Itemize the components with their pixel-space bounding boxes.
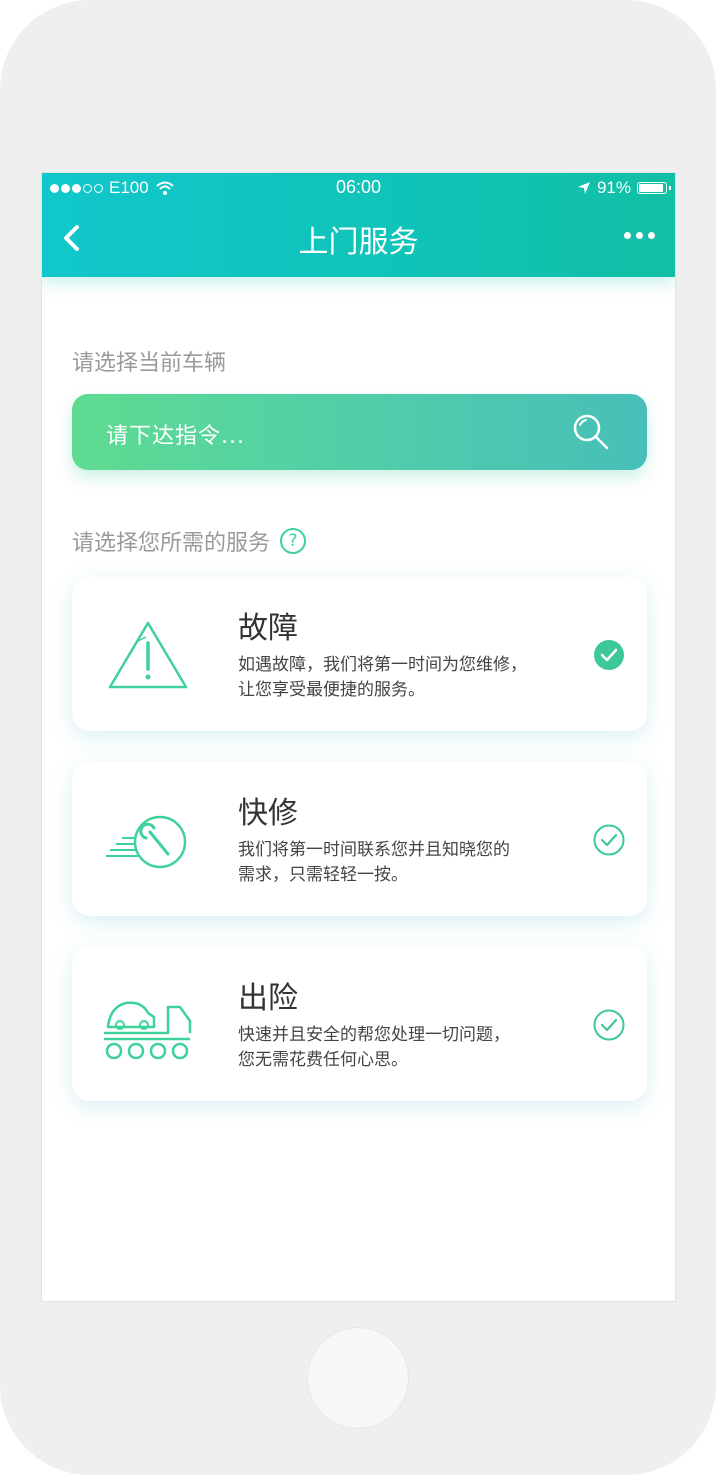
card-desc-line: 让您享受最便捷的服务。 [238,680,425,700]
card-title: 故障 [238,611,298,646]
check-outline-icon[interactable] [593,1009,625,1041]
card-desc-line: 您无需花费任何心思。 [238,1050,408,1070]
card-title: 出险 [238,981,298,1016]
command-search-bar[interactable]: 请下达指令... [72,394,647,470]
card-desc-line: 如遇故障，我们将第一时间为您维修， [238,655,527,675]
home-button[interactable] [307,1327,409,1429]
check-outline-icon[interactable] [593,824,625,856]
battery-percent: 91% [596,178,631,197]
card-desc-line: 我们将第一时间联系您并且知晓您的 [238,840,510,860]
card-description: 我们将第一时间联系您并且知晓您的 需求，只需轻轻一按。 [238,838,568,888]
search-icon[interactable] [571,412,611,452]
tow-truck-icon [104,1001,192,1060]
wrench-icon [106,815,187,869]
status-bar: E100 06:00 91% [42,173,675,203]
service-section-label: 请选择您所需的服务 ? [72,525,307,557]
status-right: 91% [577,178,671,198]
card-description: 如遇故障，我们将第一时间为您维修， 让您享受最便捷的服务。 [238,653,568,703]
warning-triangle-icon [108,621,188,689]
location-arrow-icon [577,182,590,194]
check-filled-icon[interactable] [593,639,625,671]
battery-icon [637,182,671,194]
service-card-insurance-claim[interactable]: 出险 快速并且安全的帮您处理一切问题， 您无需花费任何心思。 [72,947,647,1101]
more-options-icon[interactable] [624,232,655,239]
help-icon[interactable]: ? [280,528,307,554]
search-placeholder: 请下达指令... [106,424,245,449]
card-desc-line: 需求，只需轻轻一按。 [238,865,408,885]
vehicle-section-label: 请选择当前车辆 [72,351,227,376]
card-desc-line: 快速并且安全的帮您处理一切问题， [238,1025,510,1045]
app-screen: E100 06:00 91% 上门服务 请选择当前车辆 请下达指令... 请选择… [41,172,676,1302]
service-card-quick-repair[interactable]: 快修 我们将第一时间联系您并且知晓您的 需求，只需轻轻一按。 [72,762,647,916]
card-title: 快修 [238,796,298,831]
service-card-breakdown[interactable]: 故障 如遇故障，我们将第一时间为您维修， 让您享受最便捷的服务。 [72,577,647,731]
card-description: 快速并且安全的帮您处理一切问题， 您无需花费任何心思。 [238,1023,568,1073]
page-title: 上门服务 [298,225,419,260]
service-section-text: 请选择您所需的服务 [72,531,271,556]
app-header: E100 06:00 91% 上门服务 [42,173,675,277]
